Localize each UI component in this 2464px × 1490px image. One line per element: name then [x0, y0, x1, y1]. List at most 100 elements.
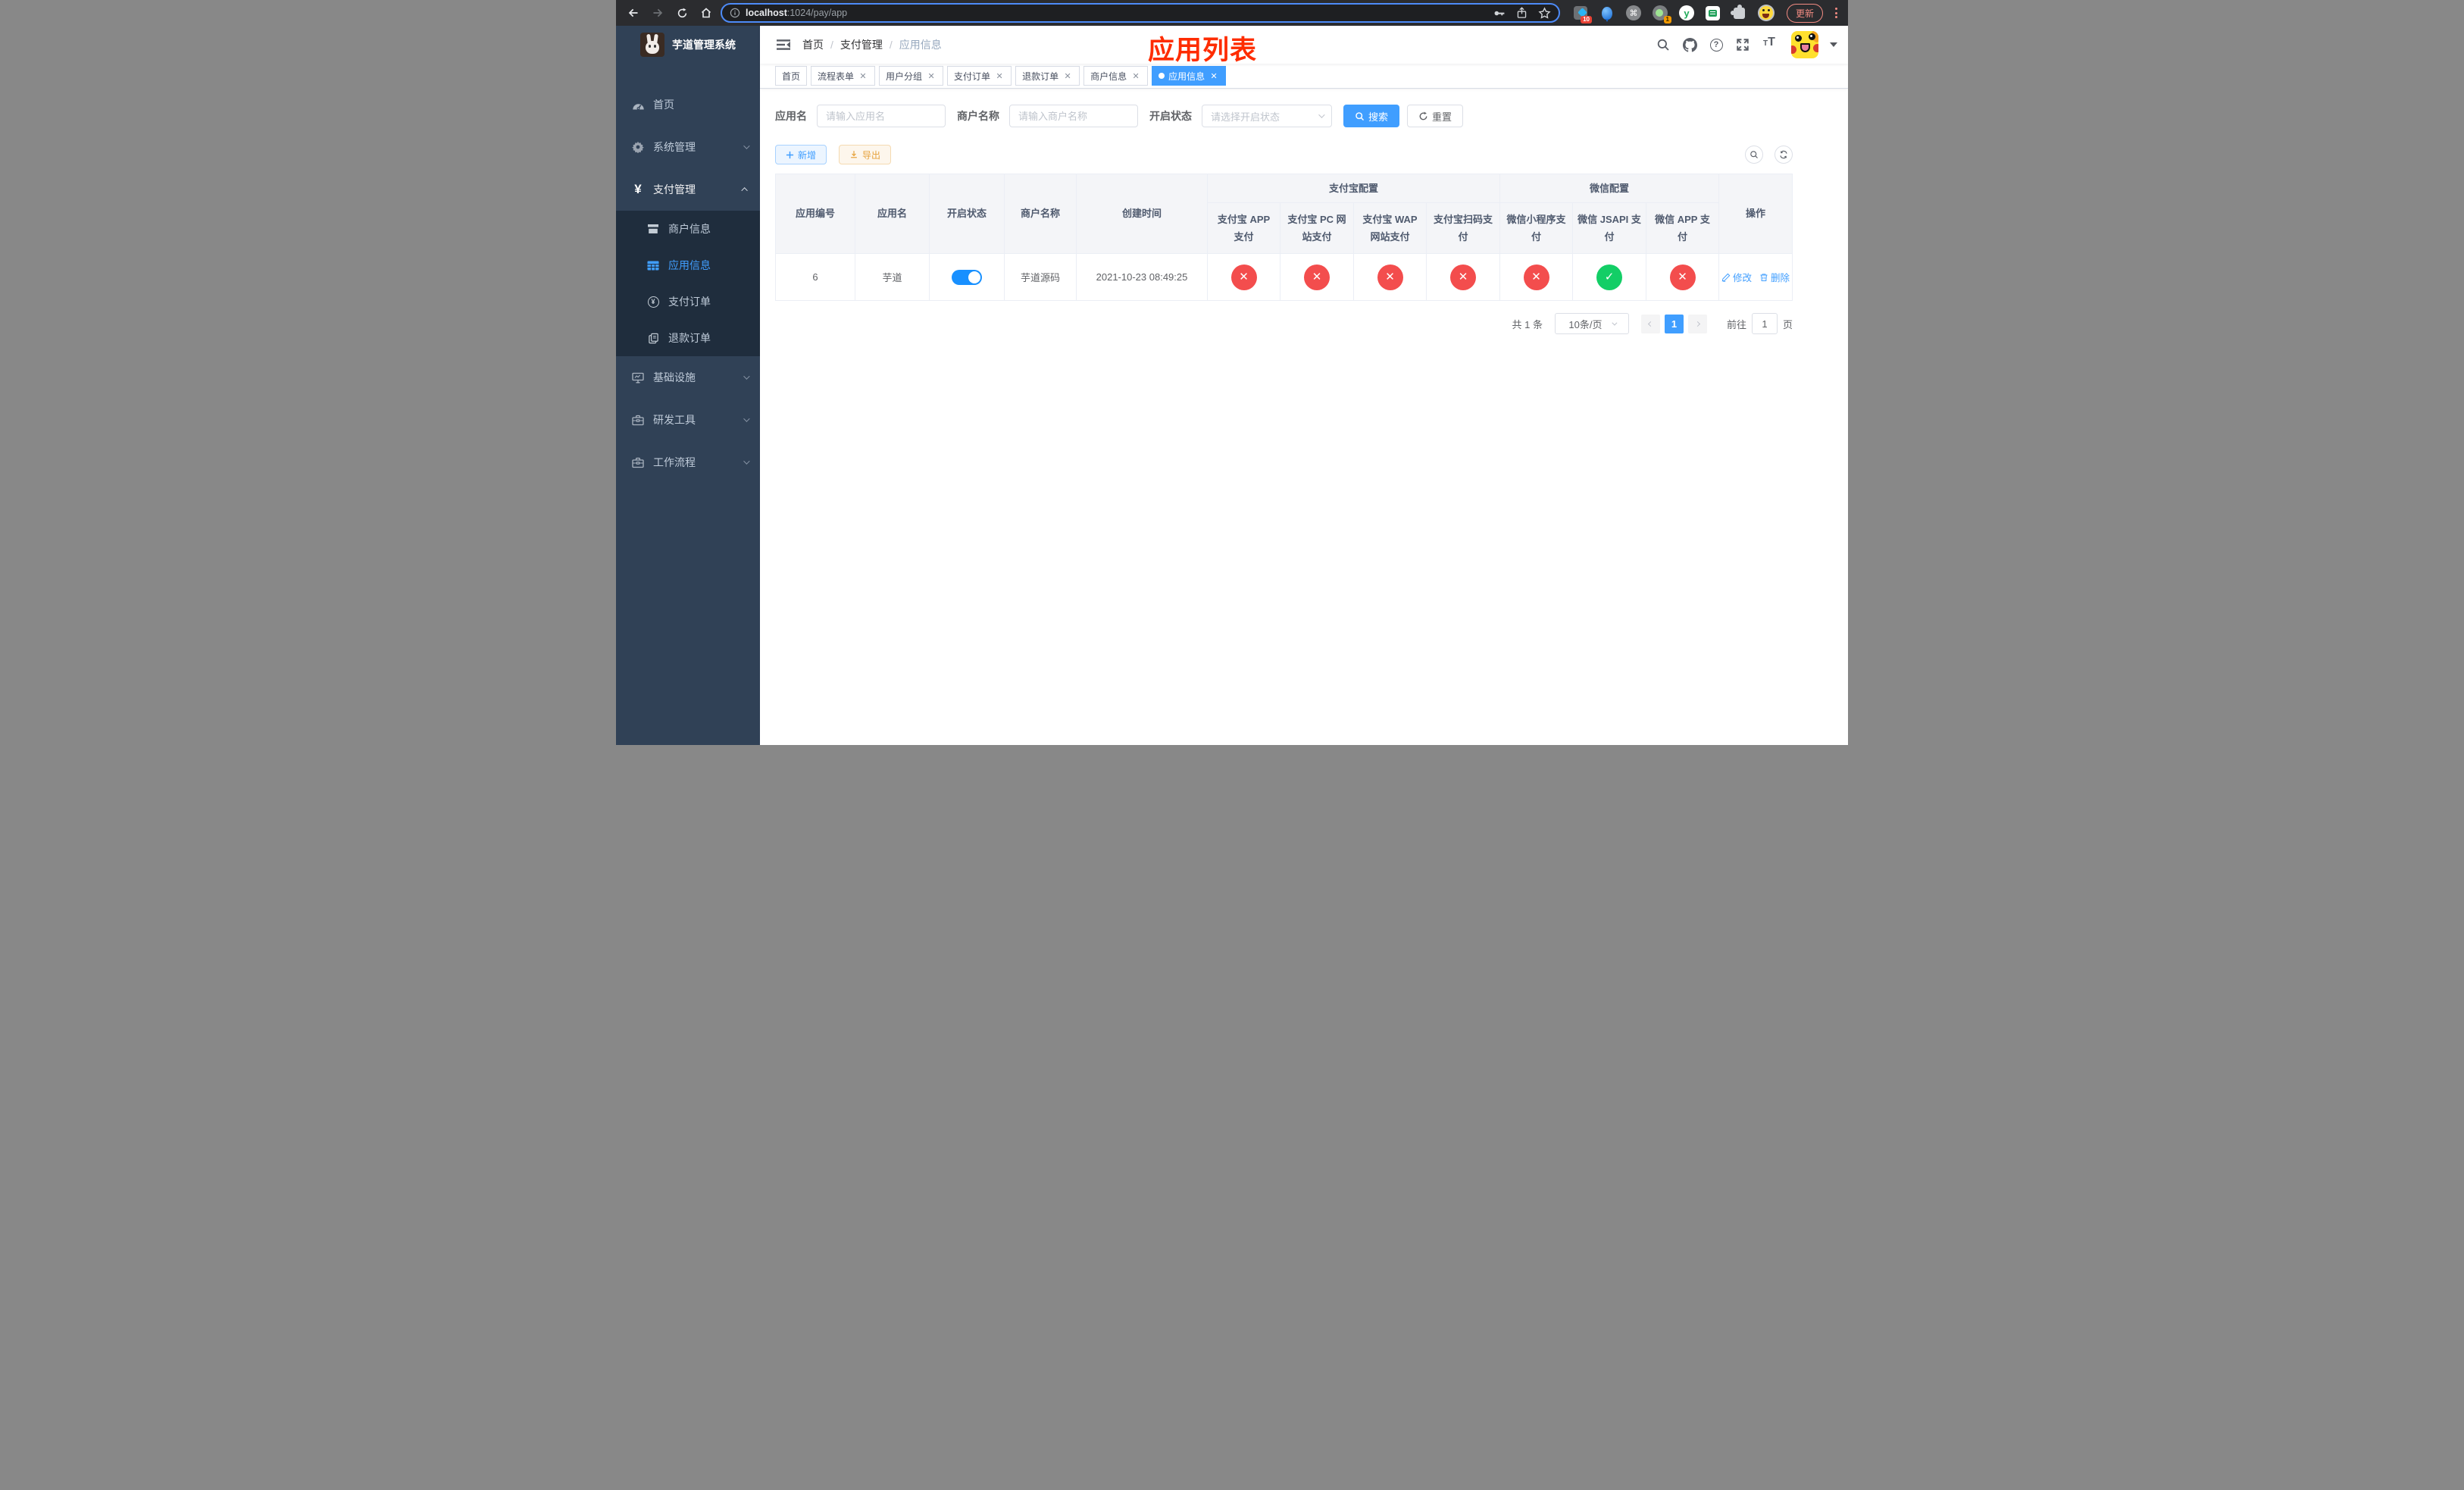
extension-chat-icon[interactable] [1705, 5, 1721, 21]
reset-button[interactable]: 重置 [1407, 105, 1464, 127]
tag-app-info[interactable]: 应用信息 ✕ [1152, 66, 1227, 86]
sidebar-item-infrastructure[interactable]: 基础设施 [616, 356, 760, 399]
app-name-input[interactable] [817, 105, 946, 127]
browser-home-icon[interactable] [696, 3, 716, 23]
alipay-wap-status: ✕ [1377, 264, 1403, 290]
extension-badge: 10 [1581, 16, 1592, 23]
close-icon[interactable]: ✕ [1130, 70, 1141, 81]
delete-link[interactable]: 删除 [1759, 270, 1790, 284]
screen: localhost:1024/pay/app 10 ⌘ 1 y 更新 芋道管理系… [616, 0, 1848, 745]
export-button[interactable]: 导出 [839, 145, 892, 164]
filter-form: 应用名 商户名称 开启状态 请选择开启状态 [775, 105, 1793, 127]
tag-process-form[interactable]: 流程表单 ✕ [811, 66, 876, 86]
header-search-icon[interactable] [1654, 36, 1672, 54]
col-status: 开启状态 [929, 174, 1005, 254]
sidebar-item-system[interactable]: 系统管理 [616, 126, 760, 168]
sidebar-item-label: 支付管理 [653, 183, 696, 196]
search-button[interactable]: 搜索 [1343, 105, 1400, 127]
address-bar[interactable]: localhost:1024/pay/app [721, 3, 1560, 23]
chevron-up-icon [741, 187, 748, 194]
avatar-caret-icon[interactable] [1830, 42, 1837, 47]
help-icon[interactable]: ? [1707, 36, 1725, 54]
close-icon[interactable]: ✕ [994, 70, 1005, 81]
tag-refund-orders[interactable]: 退款订单 ✕ [1015, 66, 1080, 86]
url-host: localhost [746, 8, 787, 18]
browser-update-button[interactable]: 更新 [1786, 3, 1823, 23]
status-select-placeholder: 请选择开启状态 [1211, 111, 1280, 123]
tag-home[interactable]: 首页 [775, 66, 808, 86]
sidebar-item-home[interactable]: 首页 [616, 83, 760, 126]
close-icon[interactable]: ✕ [1209, 70, 1219, 81]
col-merchant: 商户名称 [1004, 174, 1077, 254]
total-count: 共 1 条 [1512, 318, 1543, 330]
fullscreen-icon[interactable] [1734, 36, 1752, 54]
breadcrumb-home[interactable]: 首页 [802, 37, 824, 52]
sidebar: 芋道管理系统 首页 系统管理 ¥ 支付管理 商户信息 应用信息 ¥ 支付订单 退… [616, 26, 760, 745]
site-info-icon[interactable] [730, 8, 740, 18]
share-icon[interactable] [1516, 7, 1527, 19]
sidebar-item-pay-orders[interactable]: ¥ 支付订单 [616, 283, 760, 320]
goto-page-input[interactable] [1751, 313, 1778, 334]
sidebar-logo[interactable]: 芋道管理系统 [616, 26, 760, 64]
col-group-alipay: 支付宝配置 [1206, 174, 1501, 203]
close-icon[interactable]: ✕ [858, 70, 868, 81]
col-group-wechat: 微信配置 [1499, 174, 1720, 203]
browser-menu-icon[interactable] [1835, 8, 1837, 18]
extension-avatar-icon[interactable]: 1 [1652, 5, 1671, 23]
sidebar-menu: 首页 系统管理 ¥ 支付管理 商户信息 应用信息 ¥ 支付订单 退款订单 基础设… [616, 83, 760, 484]
add-button[interactable]: 新增 [775, 145, 827, 164]
yen-circle-icon: ¥ [645, 296, 661, 308]
close-icon[interactable]: ✕ [1062, 70, 1073, 81]
browser-forward-icon[interactable] [648, 3, 668, 23]
extension-balloon-icon[interactable] [1599, 5, 1615, 22]
user-avatar[interactable] [1791, 31, 1818, 58]
status-select[interactable]: 请选择开启状态 [1202, 105, 1332, 127]
sidebar-item-refund-orders[interactable]: 退款订单 [616, 320, 760, 356]
col-app-name: 应用名 [855, 174, 930, 254]
chevron-down-icon [1611, 320, 1617, 326]
extension-emoji-icon[interactable] [1757, 5, 1775, 21]
bookmark-star-icon[interactable] [1538, 6, 1551, 20]
breadcrumb-current: 应用信息 [899, 39, 942, 51]
col-actions: 操作 [1718, 174, 1793, 254]
browser-back-icon[interactable] [624, 3, 643, 23]
goto-label: 前往 [1726, 318, 1746, 330]
enabled-switch[interactable] [952, 269, 982, 285]
cell-app-id: 6 [775, 253, 855, 301]
extension-command-icon[interactable]: ⌘ [1625, 5, 1642, 21]
extensions-puzzle-icon[interactable] [1731, 4, 1748, 21]
breadcrumb-payment[interactable]: 支付管理 [840, 37, 883, 52]
tag-merchant-info[interactable]: 商户信息 ✕ [1083, 66, 1149, 86]
sidebar-item-workflow[interactable]: 工作流程 [616, 441, 760, 484]
tag-pay-orders[interactable]: 支付订单 ✕ [947, 66, 1012, 86]
extension-grid-icon[interactable]: 10 [1572, 5, 1592, 23]
sidebar-item-app-info[interactable]: 应用信息 [616, 247, 760, 283]
sidebar-item-merchant-info[interactable]: 商户信息 [616, 211, 760, 247]
wx-app-status: ✕ [1669, 264, 1696, 290]
font-size-icon[interactable]: TT [1760, 36, 1778, 54]
page-size-select[interactable]: 10条/页 [1554, 313, 1629, 334]
toggle-search-button[interactable] [1745, 146, 1763, 164]
github-icon[interactable] [1681, 36, 1699, 54]
extension-y-icon[interactable]: y [1678, 5, 1695, 21]
edit-link[interactable]: 修改 [1721, 270, 1752, 284]
tag-user-group[interactable]: 用户分组 ✕ [879, 66, 944, 86]
chevron-down-icon [743, 415, 750, 422]
cell-created: 2021-10-23 08:49:25 [1076, 253, 1208, 301]
prev-page-button[interactable] [1640, 314, 1660, 333]
sidebar-item-payment[interactable]: ¥ 支付管理 [616, 168, 760, 211]
table-row: 6 芋道 芋道源码 2021-10-23 08:49:25 ✕ ✕ ✕ ✕ ✕ … [775, 253, 1793, 301]
cell-merchant: 芋道源码 [1004, 253, 1077, 301]
browser-reload-icon[interactable] [672, 3, 692, 23]
sidebar-toggle-icon[interactable] [771, 32, 796, 58]
merchant-name-input[interactable] [1009, 105, 1138, 127]
next-page-button[interactable] [1687, 314, 1707, 333]
refresh-table-button[interactable] [1775, 146, 1793, 164]
app-name-label: 应用名 [775, 110, 807, 122]
app-title: 芋道管理系统 [672, 39, 736, 51]
close-icon[interactable]: ✕ [926, 70, 937, 81]
sidebar-item-dev-tools[interactable]: 研发工具 [616, 399, 760, 441]
current-page-button[interactable]: 1 [1664, 314, 1684, 333]
key-icon[interactable] [1493, 7, 1506, 20]
sidebar-item-label: 商户信息 [668, 223, 711, 235]
